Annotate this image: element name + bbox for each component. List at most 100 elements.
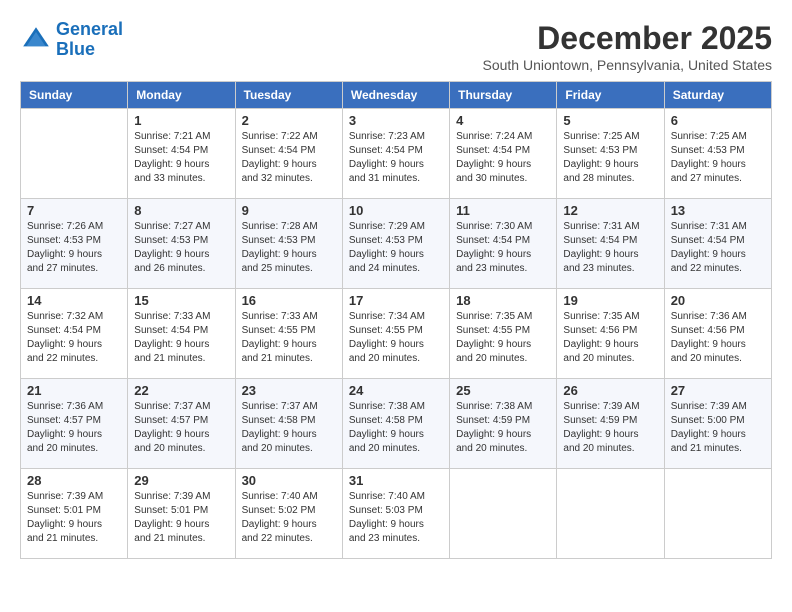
day-info: Sunrise: 7:35 AMSunset: 4:55 PMDaylight:…: [456, 310, 550, 366]
day-info: Sunrise: 7:36 AMSunset: 4:56 PMDaylight:…: [671, 310, 765, 366]
day-number: 23: [242, 383, 336, 398]
day-info: Sunrise: 7:26 AMSunset: 4:53 PMDaylight:…: [27, 220, 121, 276]
day-number: 13: [671, 203, 765, 218]
calendar-cell: 21 Sunrise: 7:36 AMSunset: 4:57 PMDaylig…: [21, 379, 128, 469]
day-info: Sunrise: 7:39 AMSunset: 4:59 PMDaylight:…: [563, 400, 657, 456]
location: South Uniontown, Pennsylvania, United St…: [482, 57, 772, 73]
day-info: Sunrise: 7:33 AMSunset: 4:55 PMDaylight:…: [242, 310, 336, 366]
day-info: Sunrise: 7:27 AMSunset: 4:53 PMDaylight:…: [134, 220, 228, 276]
weekday-header-row: SundayMondayTuesdayWednesdayThursdayFrid…: [21, 82, 772, 109]
calendar-cell: 24 Sunrise: 7:38 AMSunset: 4:58 PMDaylig…: [342, 379, 449, 469]
weekday-header: Thursday: [450, 82, 557, 109]
calendar-cell: 19 Sunrise: 7:35 AMSunset: 4:56 PMDaylig…: [557, 289, 664, 379]
title-area: December 2025 South Uniontown, Pennsylva…: [482, 20, 772, 73]
calendar-cell: 7 Sunrise: 7:26 AMSunset: 4:53 PMDayligh…: [21, 199, 128, 289]
weekday-header: Friday: [557, 82, 664, 109]
day-number: 8: [134, 203, 228, 218]
calendar-cell: 1 Sunrise: 7:21 AMSunset: 4:54 PMDayligh…: [128, 109, 235, 199]
day-info: Sunrise: 7:29 AMSunset: 4:53 PMDaylight:…: [349, 220, 443, 276]
day-info: Sunrise: 7:39 AMSunset: 5:01 PMDaylight:…: [134, 490, 228, 546]
day-info: Sunrise: 7:37 AMSunset: 4:58 PMDaylight:…: [242, 400, 336, 456]
calendar-cell: 11 Sunrise: 7:30 AMSunset: 4:54 PMDaylig…: [450, 199, 557, 289]
month-title: December 2025: [482, 20, 772, 57]
calendar-cell: 3 Sunrise: 7:23 AMSunset: 4:54 PMDayligh…: [342, 109, 449, 199]
day-number: 11: [456, 203, 550, 218]
calendar-cell: 30 Sunrise: 7:40 AMSunset: 5:02 PMDaylig…: [235, 469, 342, 559]
day-number: 18: [456, 293, 550, 308]
calendar-cell: 15 Sunrise: 7:33 AMSunset: 4:54 PMDaylig…: [128, 289, 235, 379]
logo-line2: Blue: [56, 39, 95, 59]
day-info: Sunrise: 7:40 AMSunset: 5:02 PMDaylight:…: [242, 490, 336, 546]
calendar-cell: [664, 469, 771, 559]
day-info: Sunrise: 7:40 AMSunset: 5:03 PMDaylight:…: [349, 490, 443, 546]
calendar-week-row: 7 Sunrise: 7:26 AMSunset: 4:53 PMDayligh…: [21, 199, 772, 289]
calendar-cell: 22 Sunrise: 7:37 AMSunset: 4:57 PMDaylig…: [128, 379, 235, 469]
day-number: 5: [563, 113, 657, 128]
calendar-cell: 8 Sunrise: 7:27 AMSunset: 4:53 PMDayligh…: [128, 199, 235, 289]
day-number: 31: [349, 473, 443, 488]
day-info: Sunrise: 7:25 AMSunset: 4:53 PMDaylight:…: [671, 130, 765, 186]
day-number: 22: [134, 383, 228, 398]
calendar-cell: 5 Sunrise: 7:25 AMSunset: 4:53 PMDayligh…: [557, 109, 664, 199]
day-number: 26: [563, 383, 657, 398]
day-info: Sunrise: 7:33 AMSunset: 4:54 PMDaylight:…: [134, 310, 228, 366]
calendar-cell: 26 Sunrise: 7:39 AMSunset: 4:59 PMDaylig…: [557, 379, 664, 469]
logo-text: General Blue: [56, 20, 123, 60]
day-info: Sunrise: 7:23 AMSunset: 4:54 PMDaylight:…: [349, 130, 443, 186]
day-info: Sunrise: 7:32 AMSunset: 4:54 PMDaylight:…: [27, 310, 121, 366]
calendar-cell: [557, 469, 664, 559]
day-info: Sunrise: 7:39 AMSunset: 5:01 PMDaylight:…: [27, 490, 121, 546]
day-number: 7: [27, 203, 121, 218]
day-number: 27: [671, 383, 765, 398]
calendar-week-row: 1 Sunrise: 7:21 AMSunset: 4:54 PMDayligh…: [21, 109, 772, 199]
day-number: 3: [349, 113, 443, 128]
calendar-cell: [450, 469, 557, 559]
calendar-cell: [21, 109, 128, 199]
calendar-cell: 12 Sunrise: 7:31 AMSunset: 4:54 PMDaylig…: [557, 199, 664, 289]
calendar-cell: 6 Sunrise: 7:25 AMSunset: 4:53 PMDayligh…: [664, 109, 771, 199]
day-number: 15: [134, 293, 228, 308]
day-number: 9: [242, 203, 336, 218]
page-header: General Blue December 2025 South Unionto…: [20, 20, 772, 73]
calendar-cell: 9 Sunrise: 7:28 AMSunset: 4:53 PMDayligh…: [235, 199, 342, 289]
calendar-week-row: 14 Sunrise: 7:32 AMSunset: 4:54 PMDaylig…: [21, 289, 772, 379]
day-info: Sunrise: 7:31 AMSunset: 4:54 PMDaylight:…: [563, 220, 657, 276]
day-number: 21: [27, 383, 121, 398]
day-info: Sunrise: 7:37 AMSunset: 4:57 PMDaylight:…: [134, 400, 228, 456]
day-info: Sunrise: 7:38 AMSunset: 4:59 PMDaylight:…: [456, 400, 550, 456]
weekday-header: Tuesday: [235, 82, 342, 109]
calendar-cell: 14 Sunrise: 7:32 AMSunset: 4:54 PMDaylig…: [21, 289, 128, 379]
logo-line1: General: [56, 19, 123, 39]
calendar-cell: 17 Sunrise: 7:34 AMSunset: 4:55 PMDaylig…: [342, 289, 449, 379]
day-number: 25: [456, 383, 550, 398]
day-number: 16: [242, 293, 336, 308]
calendar-cell: 28 Sunrise: 7:39 AMSunset: 5:01 PMDaylig…: [21, 469, 128, 559]
calendar-cell: 10 Sunrise: 7:29 AMSunset: 4:53 PMDaylig…: [342, 199, 449, 289]
weekday-header: Monday: [128, 82, 235, 109]
calendar-cell: 18 Sunrise: 7:35 AMSunset: 4:55 PMDaylig…: [450, 289, 557, 379]
day-number: 2: [242, 113, 336, 128]
calendar-cell: 13 Sunrise: 7:31 AMSunset: 4:54 PMDaylig…: [664, 199, 771, 289]
day-number: 28: [27, 473, 121, 488]
day-number: 30: [242, 473, 336, 488]
day-info: Sunrise: 7:36 AMSunset: 4:57 PMDaylight:…: [27, 400, 121, 456]
calendar-cell: 16 Sunrise: 7:33 AMSunset: 4:55 PMDaylig…: [235, 289, 342, 379]
day-info: Sunrise: 7:39 AMSunset: 5:00 PMDaylight:…: [671, 400, 765, 456]
day-number: 4: [456, 113, 550, 128]
day-number: 12: [563, 203, 657, 218]
logo: General Blue: [20, 20, 123, 60]
calendar-cell: 4 Sunrise: 7:24 AMSunset: 4:54 PMDayligh…: [450, 109, 557, 199]
day-number: 17: [349, 293, 443, 308]
calendar-week-row: 21 Sunrise: 7:36 AMSunset: 4:57 PMDaylig…: [21, 379, 772, 469]
day-info: Sunrise: 7:30 AMSunset: 4:54 PMDaylight:…: [456, 220, 550, 276]
calendar-cell: 25 Sunrise: 7:38 AMSunset: 4:59 PMDaylig…: [450, 379, 557, 469]
day-info: Sunrise: 7:31 AMSunset: 4:54 PMDaylight:…: [671, 220, 765, 276]
day-number: 6: [671, 113, 765, 128]
calendar-table: SundayMondayTuesdayWednesdayThursdayFrid…: [20, 81, 772, 559]
day-info: Sunrise: 7:22 AMSunset: 4:54 PMDaylight:…: [242, 130, 336, 186]
day-number: 14: [27, 293, 121, 308]
weekday-header: Wednesday: [342, 82, 449, 109]
calendar-cell: 27 Sunrise: 7:39 AMSunset: 5:00 PMDaylig…: [664, 379, 771, 469]
day-number: 24: [349, 383, 443, 398]
weekday-header: Saturday: [664, 82, 771, 109]
